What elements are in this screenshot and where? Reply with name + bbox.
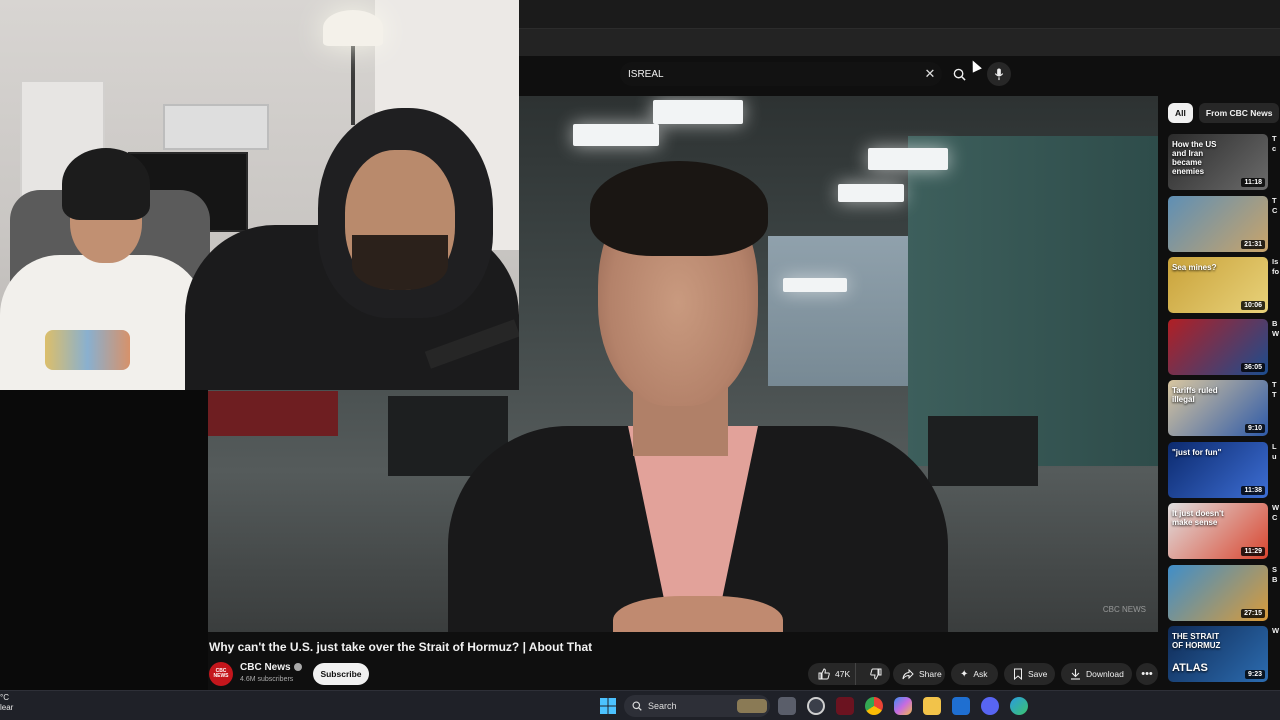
thumbnail-caption: ATLAS xyxy=(1172,662,1208,674)
screen: ISREAL ✕ CBC NEWS Why can't the U.S. jus… xyxy=(0,0,1280,720)
browser-tab-strip xyxy=(519,0,1280,28)
webcam-overlay xyxy=(0,0,519,390)
search-icon xyxy=(953,68,966,81)
recommended-video-title[interactable]: S B xyxy=(1272,565,1280,621)
video-host xyxy=(448,156,948,632)
channel-name-text[interactable]: CBC News xyxy=(240,662,291,673)
video-duration: 11:18 xyxy=(1241,178,1265,187)
video-duration: 27:15 xyxy=(1241,609,1265,618)
thumbnail-caption: Sea mines? xyxy=(1172,263,1217,272)
adobe-icon[interactable] xyxy=(836,697,854,715)
channel-name[interactable]: CBC News xyxy=(240,662,302,673)
background-panel xyxy=(208,391,338,436)
weather-widget[interactable]: °C lear xyxy=(0,693,13,713)
sparkle-icon: ✦ xyxy=(960,668,969,680)
wall-picture xyxy=(163,104,269,150)
search-button[interactable] xyxy=(948,64,970,84)
more-options-icon[interactable]: ••• xyxy=(1136,663,1158,685)
taskbar-search[interactable]: Search xyxy=(624,695,770,717)
channel-avatar[interactable]: CBC NEWS xyxy=(209,662,233,686)
like-count: 47K xyxy=(835,669,851,679)
video-duration: 9:10 xyxy=(1244,424,1265,433)
video-duration: 11:29 xyxy=(1241,547,1265,556)
video-duration: 21:31 xyxy=(1241,240,1265,249)
thumbnail-caption: Tariffs ruled illegal xyxy=(1172,386,1218,404)
voice-search-button[interactable] xyxy=(987,62,1011,86)
share-icon xyxy=(902,668,914,679)
ceiling-light xyxy=(653,100,743,124)
floor-lamp xyxy=(323,10,383,46)
recommended-video-title[interactable]: T c xyxy=(1272,134,1280,190)
thumbnail-caption: THE STRAIT OF HORMUZ xyxy=(1172,632,1221,650)
recommended-video-title[interactable]: W xyxy=(1272,626,1280,682)
close-icon[interactable]: ✕ xyxy=(920,64,940,84)
search-icon xyxy=(632,701,642,711)
copilot-icon[interactable] xyxy=(807,697,825,715)
search-input[interactable]: ISREAL xyxy=(628,69,920,80)
recommended-video-thumbnail[interactable]: Sea mines? 10:06 xyxy=(1168,257,1268,313)
microphone-icon xyxy=(994,67,1004,80)
search-highlight-icon xyxy=(737,699,767,713)
recommended-video-thumbnail[interactable]: 21:31 xyxy=(1168,196,1268,252)
subscribe-button[interactable]: Subscribe xyxy=(313,663,369,685)
bookmark-icon xyxy=(1014,668,1022,680)
file-explorer-icon[interactable] xyxy=(923,697,941,715)
share-button[interactable]: Share xyxy=(893,663,945,685)
download-button[interactable]: Download xyxy=(1061,663,1132,685)
recommended-video-title[interactable]: Is fo xyxy=(1272,257,1280,313)
subscriber-count: 4.6M subscribers xyxy=(240,676,294,683)
download-icon xyxy=(1071,669,1080,680)
outlook-icon[interactable] xyxy=(952,697,970,715)
taskbar: °C lear Search xyxy=(0,690,1280,720)
recommended-video-title[interactable]: B W xyxy=(1272,319,1280,375)
thumbnail-caption: "just for fun" xyxy=(1172,448,1222,457)
recommended-video-thumbnail[interactable]: It just doesn't make sense 11:29 xyxy=(1168,503,1268,559)
video-duration: 9:23 xyxy=(1244,670,1265,679)
save-button[interactable]: Save xyxy=(1004,663,1055,685)
search-box[interactable]: ISREAL ✕ xyxy=(620,62,942,86)
ask-button[interactable]: ✦ Ask xyxy=(951,663,998,685)
recommended-video-thumbnail[interactable]: "just for fun" 11:38 xyxy=(1168,442,1268,498)
empty-area xyxy=(0,390,208,690)
chip-all[interactable]: All xyxy=(1168,103,1193,123)
video-watermark: CBC NEWS xyxy=(1102,605,1146,614)
edge-icon[interactable] xyxy=(1010,697,1028,715)
recommended-video-title[interactable]: T T xyxy=(1272,380,1280,436)
chip-from-cbc-news[interactable]: From CBC News xyxy=(1198,103,1280,123)
windows-start-icon[interactable] xyxy=(599,697,617,715)
recommended-video-thumbnail[interactable]: 27:15 xyxy=(1168,565,1268,621)
recommended-video-title[interactable]: T C xyxy=(1272,196,1280,252)
video-duration: 11:38 xyxy=(1241,486,1265,495)
browser-toolbar xyxy=(519,28,1280,56)
like-dislike-group: 47K xyxy=(808,663,890,685)
recommended-video-title[interactable]: L u xyxy=(1272,442,1280,498)
thumbnail-caption: It just doesn't make sense xyxy=(1172,509,1224,527)
recommended-video-title[interactable]: W C xyxy=(1272,503,1280,559)
recommended-video-thumbnail[interactable]: Tariffs ruled illegal 9:10 xyxy=(1168,380,1268,436)
copilot-app-icon[interactable] xyxy=(894,697,912,715)
chrome-icon[interactable] xyxy=(865,697,883,715)
video-title: Why can't the U.S. just take over the St… xyxy=(209,640,593,654)
verified-icon xyxy=(293,663,302,671)
video-duration: 36:05 xyxy=(1241,363,1265,372)
thumbs-down-icon xyxy=(869,668,881,680)
thumbnail-caption: How the US and Iran became enemies xyxy=(1172,140,1217,176)
thumbs-up-icon xyxy=(818,668,830,680)
ceiling-light xyxy=(573,124,659,146)
filter-chips: All From CBC News xyxy=(1168,103,1280,123)
recommended-video-thumbnail[interactable]: How the US and Iran became enemies 11:18 xyxy=(1168,134,1268,190)
recommended-video-thumbnail[interactable]: THE STRAIT OF HORMUZ ATLAS 9:23 xyxy=(1168,626,1268,682)
task-view-icon[interactable] xyxy=(778,697,796,715)
discord-icon[interactable] xyxy=(981,697,999,715)
video-duration: 10:06 xyxy=(1241,301,1265,310)
like-button[interactable]: 47K xyxy=(808,663,856,685)
mouse-cursor-icon xyxy=(968,58,982,73)
dislike-button[interactable] xyxy=(861,663,890,685)
recommended-video-thumbnail[interactable]: 36:05 xyxy=(1168,319,1268,375)
